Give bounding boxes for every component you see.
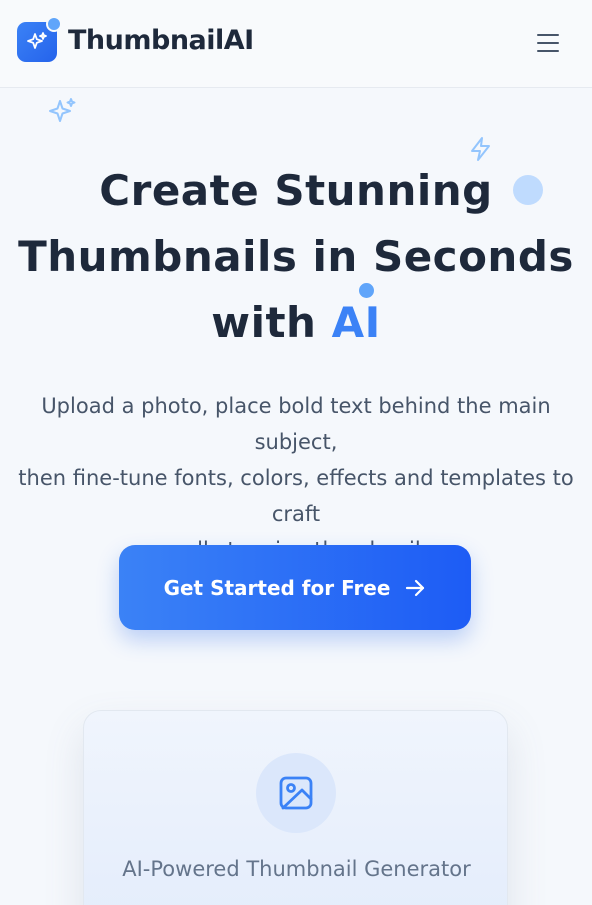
feature-icon-circle — [256, 753, 336, 833]
menu-button[interactable] — [528, 28, 568, 58]
hero-title: Create Stunning Thumbnails in Seconds wi… — [18, 166, 574, 347]
site-header: ThumbnailAI — [0, 0, 592, 88]
feature-card: AI-Powered Thumbnail Generator — [83, 710, 508, 905]
logo-badge-dot — [46, 16, 62, 32]
image-icon — [279, 776, 313, 810]
arrow-right-icon — [406, 579, 425, 596]
cta-label: Get Started for Free — [163, 575, 391, 600]
hero-title-accent: AI — [331, 298, 381, 347]
brand-name[interactable]: ThumbnailAI — [68, 25, 254, 56]
feature-card-title: AI-Powered Thumbnail Generator — [122, 857, 471, 881]
hero-subtitle: Upload a photo, place bold text behind t… — [18, 394, 574, 562]
sparkles-icon — [27, 32, 47, 49]
sparkle-decoration-icon — [49, 98, 76, 122]
decorative-dot — [359, 283, 374, 298]
hamburger-menu-icon — [537, 34, 559, 36]
get-started-button[interactable]: Get Started for Free — [119, 545, 471, 630]
